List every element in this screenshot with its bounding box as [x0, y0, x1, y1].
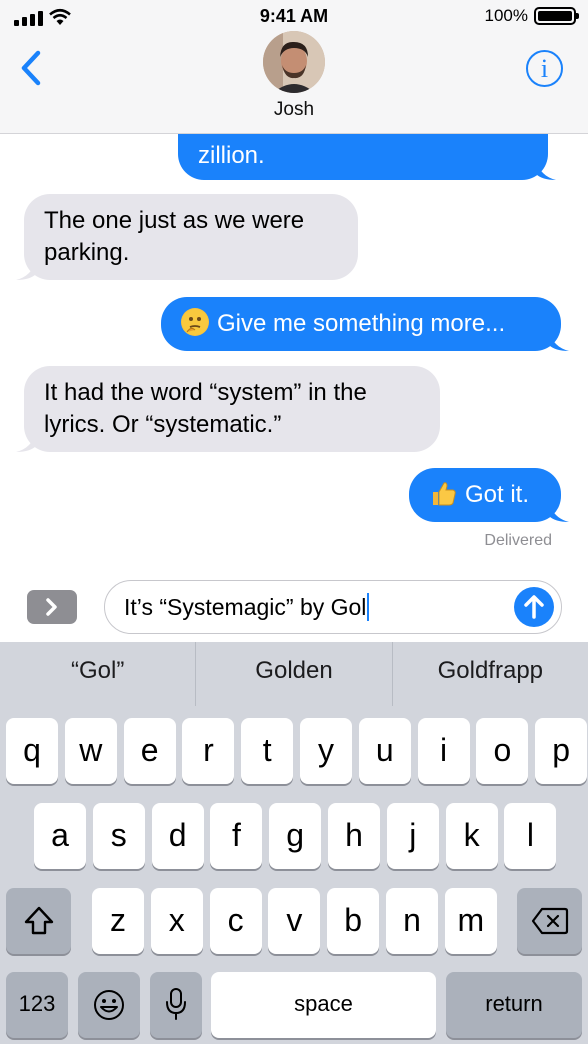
battery-percent: 100%	[484, 6, 528, 25]
message-text: Give me something more...	[217, 310, 506, 337]
delivery-status: Delivered	[484, 532, 552, 549]
message-line: It had the word “system” in the	[44, 379, 367, 406]
incoming-message[interactable]: It had the word “system” in the lyrics. …	[16, 366, 440, 452]
bubble-tail	[549, 331, 569, 351]
contact-name[interactable]: Josh	[0, 99, 588, 121]
bubble-tail	[16, 432, 36, 452]
key-b[interactable]: b	[327, 888, 380, 954]
space-key[interactable]: space	[211, 972, 436, 1038]
key-u[interactable]: u	[358, 718, 411, 784]
key-o[interactable]: o	[476, 718, 529, 784]
message-text: zillion.	[198, 142, 265, 169]
incoming-message[interactable]: The one just as we were parking.	[16, 194, 358, 280]
send-button[interactable]	[514, 587, 554, 627]
status-bar: 9:41 AM 100%	[0, 0, 588, 34]
key-y[interactable]: y	[300, 718, 352, 784]
shift-icon	[24, 906, 53, 935]
text-cursor	[367, 593, 370, 621]
key-z[interactable]: z	[92, 888, 144, 954]
thinking-face-emoji	[181, 308, 209, 336]
outgoing-message[interactable]: Got it.	[409, 468, 569, 522]
message-line: lyrics. Or “systematic.”	[44, 411, 282, 438]
return-key[interactable]: return	[446, 972, 582, 1038]
message-text: Got it.	[465, 481, 530, 508]
message-thread[interactable]: zillion. The one just as we were parking…	[0, 134, 588, 578]
key-w[interactable]: w	[64, 718, 117, 784]
key-k[interactable]: k	[445, 803, 498, 869]
outgoing-message[interactable]: zillion.	[178, 134, 556, 180]
key-e[interactable]: e	[123, 718, 176, 784]
app-drawer-button[interactable]	[27, 590, 77, 624]
key-r[interactable]: r	[182, 718, 235, 784]
bubble-tail	[536, 160, 556, 180]
chevron-left-icon	[21, 50, 41, 86]
contact-avatar[interactable]	[263, 31, 325, 93]
key-x[interactable]: x	[150, 888, 203, 954]
chevron-right-icon	[46, 598, 57, 616]
key-q[interactable]: q	[6, 718, 58, 784]
suggestion-1[interactable]: “Gol”	[0, 642, 195, 706]
key-m[interactable]: m	[444, 888, 497, 954]
key-n[interactable]: n	[386, 888, 438, 954]
message-line: parking.	[44, 239, 130, 266]
dictation-key[interactable]	[150, 972, 202, 1038]
key-j[interactable]: j	[386, 803, 439, 869]
key-g[interactable]: g	[269, 803, 322, 869]
arrow-up-icon	[524, 595, 544, 619]
battery-indicator: 100%	[484, 6, 579, 26]
key-t[interactable]: t	[241, 718, 294, 784]
info-button[interactable]: i	[526, 50, 563, 87]
key-h[interactable]: h	[328, 803, 380, 869]
key-c[interactable]: c	[209, 888, 262, 954]
emoji-icon	[94, 990, 124, 1020]
thumbs-up-emoji	[429, 479, 457, 507]
bubble-tail	[16, 260, 36, 280]
key-f[interactable]: f	[210, 803, 263, 869]
key-s[interactable]: s	[92, 803, 145, 869]
message-line: The one just as we were	[44, 207, 305, 234]
key-d[interactable]: d	[151, 803, 204, 869]
compose-bar: It’s “Systemagic” by Gol	[0, 578, 588, 642]
shift-key[interactable]	[6, 888, 71, 954]
key-v[interactable]: v	[268, 888, 321, 954]
key-i[interactable]: i	[417, 718, 470, 784]
message-input-text: It’s “Systemagic” by Gol	[124, 594, 367, 620]
back-button[interactable]	[16, 48, 46, 88]
outgoing-message[interactable]: Give me something more...	[161, 297, 569, 351]
numbers-key[interactable]: 123	[6, 972, 68, 1038]
predictive-bar: “Gol” Golden Goldfrapp	[0, 642, 588, 706]
key-a[interactable]: a	[34, 803, 86, 869]
suggestion-3[interactable]: Goldfrapp	[391, 642, 588, 706]
message-input[interactable]: It’s “Systemagic” by Gol	[104, 580, 562, 634]
microphone-icon	[166, 988, 186, 1020]
bubble-tail	[549, 502, 569, 522]
delete-key[interactable]	[517, 888, 582, 954]
battery-icon	[534, 7, 579, 25]
key-p[interactable]: p	[535, 718, 588, 784]
key-l[interactable]: l	[504, 803, 557, 869]
suggestion-2[interactable]: Golden	[195, 642, 391, 706]
backspace-icon	[531, 907, 568, 935]
emoji-key[interactable]	[78, 972, 140, 1038]
keyboard: “Gol” Golden Goldfrapp qwertyuiop asdfghj…	[0, 642, 588, 1044]
